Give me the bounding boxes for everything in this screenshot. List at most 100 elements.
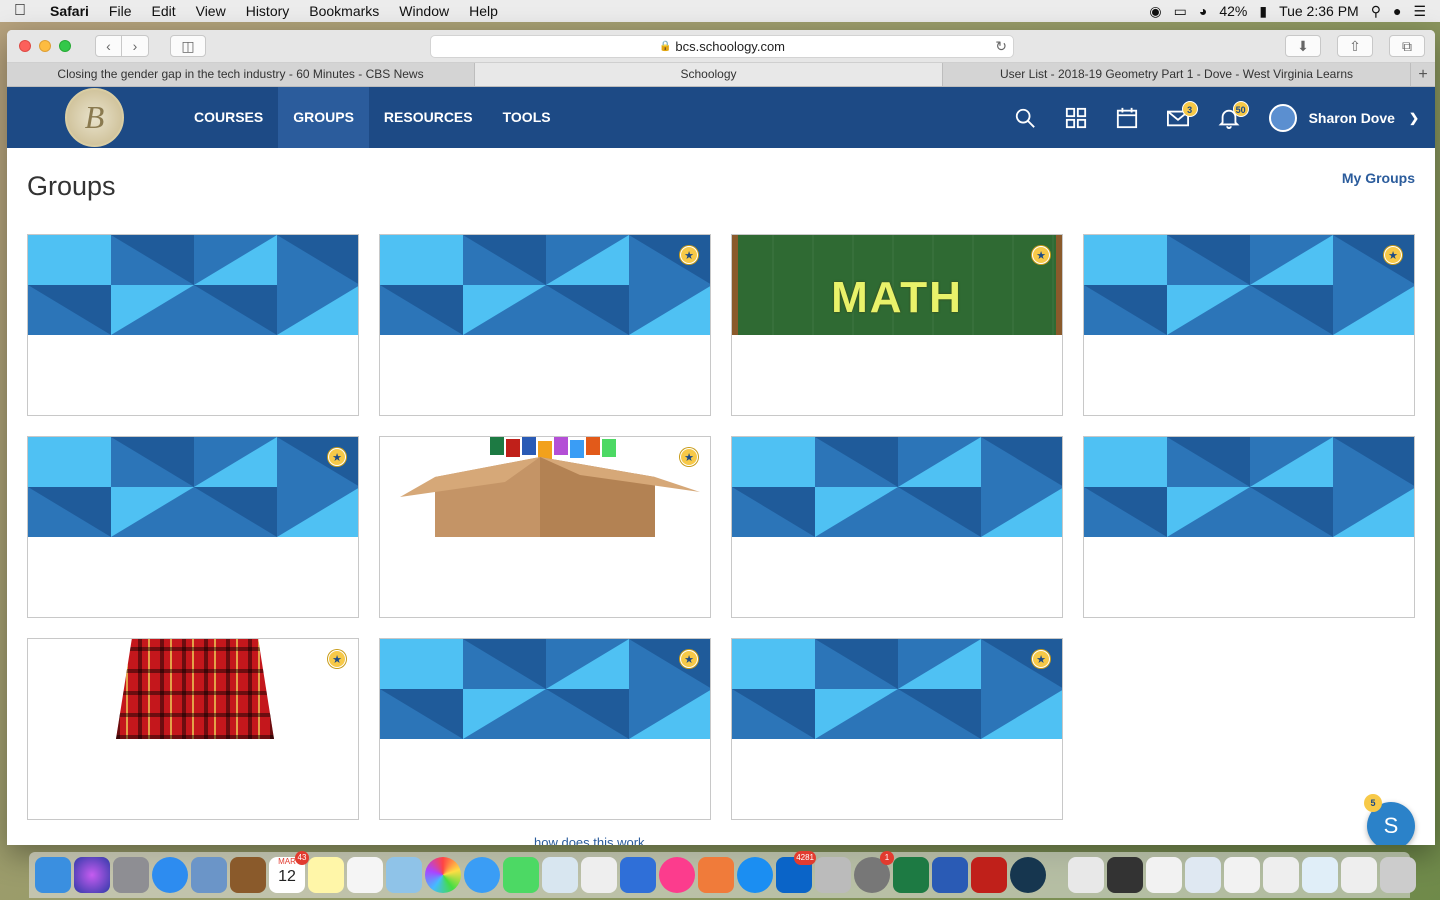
- school-logo[interactable]: B: [65, 88, 124, 147]
- group-banner[interactable]: ★: [380, 235, 710, 335]
- menu-app-name[interactable]: Safari: [40, 3, 99, 19]
- word-app-icon[interactable]: [932, 857, 968, 893]
- app-store-icon[interactable]: [737, 857, 773, 893]
- battery-icon[interactable]: ▮: [1259, 3, 1267, 20]
- clock[interactable]: Tue 2:36 PM: [1279, 3, 1359, 19]
- apple-menu-icon[interactable]: : [0, 2, 40, 20]
- group-banner[interactable]: ★: [1084, 235, 1414, 335]
- menu-help[interactable]: Help: [459, 3, 508, 19]
- sidebar-toggle-button[interactable]: ◫: [170, 35, 206, 57]
- nav-tools[interactable]: TOOLS: [488, 87, 566, 148]
- preview-app-icon[interactable]: [542, 857, 578, 893]
- search-icon[interactable]: [1000, 87, 1051, 148]
- group-card[interactable]: MATH ★: [731, 234, 1063, 416]
- messages-app-icon[interactable]: [464, 857, 500, 893]
- nav-resources[interactable]: RESOURCES: [369, 87, 488, 148]
- battery-percent[interactable]: 42%: [1219, 3, 1247, 19]
- group-banner[interactable]: ★: [380, 437, 710, 537]
- group-banner[interactable]: [28, 235, 358, 335]
- browser-tab-active[interactable]: Schoology: [475, 63, 943, 86]
- forward-button[interactable]: ›: [122, 35, 149, 57]
- menu-file[interactable]: File: [99, 3, 142, 19]
- siri-icon[interactable]: ●: [1393, 3, 1401, 19]
- music-app-icon[interactable]: [659, 857, 695, 893]
- wifi-icon[interactable]: ◕: [1199, 3, 1207, 19]
- system-preferences-icon[interactable]: 1: [854, 851, 894, 893]
- document-thumbnail[interactable]: [1146, 857, 1182, 893]
- group-card[interactable]: ★: [379, 638, 711, 820]
- menu-window[interactable]: Window: [389, 3, 459, 19]
- browser-tab[interactable]: User List - 2018-19 Geometry Part 1 - Do…: [943, 63, 1411, 86]
- excel-app-icon[interactable]: [893, 857, 929, 893]
- chat-button[interactable]: S 5: [1364, 794, 1415, 845]
- group-card[interactable]: [731, 436, 1063, 618]
- address-bar[interactable]: 🔒 bcs.schoology.com ↻: [430, 35, 1014, 58]
- group-banner[interactable]: ★: [732, 639, 1062, 739]
- airplay-icon[interactable]: ▭: [1174, 3, 1187, 20]
- safari-app-icon[interactable]: [152, 857, 188, 893]
- launchpad-icon[interactable]: [113, 857, 149, 893]
- menu-history[interactable]: History: [236, 3, 300, 19]
- facetime-app-icon[interactable]: [503, 857, 539, 893]
- screen-record-icon[interactable]: ◉: [1149, 3, 1161, 20]
- document-thumbnail[interactable]: [1068, 857, 1104, 893]
- messages-icon[interactable]: 3: [1153, 87, 1204, 148]
- group-card[interactable]: ★: [27, 436, 359, 618]
- acrobat-app-icon[interactable]: [971, 857, 1007, 893]
- menu-bookmarks[interactable]: Bookmarks: [299, 3, 389, 19]
- photos-app-icon[interactable]: [425, 857, 461, 893]
- group-card[interactable]: [27, 234, 359, 416]
- notifications-bell-icon[interactable]: 50: [1204, 87, 1255, 148]
- siri-app-icon[interactable]: [74, 857, 110, 893]
- keynote-app-icon[interactable]: [620, 857, 656, 893]
- scissors-app-icon[interactable]: [815, 857, 851, 893]
- books-app-icon[interactable]: [698, 857, 734, 893]
- reload-icon[interactable]: ↻: [995, 38, 1007, 55]
- group-card[interactable]: ★: [731, 638, 1063, 820]
- group-card[interactable]: ★: [379, 234, 711, 416]
- downloads-button[interactable]: ⬇: [1285, 35, 1321, 57]
- outlook-app-icon[interactable]: 4281: [776, 851, 816, 893]
- notebook-app-icon[interactable]: [230, 857, 266, 893]
- share-button[interactable]: ⇧: [1337, 35, 1373, 57]
- browser-tab[interactable]: Closing the gender gap in the tech indus…: [7, 63, 475, 86]
- trash-icon[interactable]: [1380, 857, 1416, 893]
- back-button[interactable]: ‹: [95, 35, 122, 57]
- tab-overview-button[interactable]: ⧉: [1389, 35, 1425, 57]
- group-banner[interactable]: [1084, 437, 1414, 537]
- group-card[interactable]: ★: [27, 638, 359, 820]
- new-tab-button[interactable]: +: [1411, 63, 1435, 86]
- notification-center-icon[interactable]: ☰: [1413, 3, 1426, 20]
- fullscreen-window-button[interactable]: [59, 40, 71, 52]
- help-link[interactable]: how does this work: [534, 835, 645, 845]
- finder-icon[interactable]: [35, 857, 71, 893]
- group-card[interactable]: ★: [1083, 234, 1415, 416]
- group-banner[interactable]: ★: [28, 639, 358, 739]
- apps-grid-icon[interactable]: [1051, 87, 1102, 148]
- my-groups-link[interactable]: My Groups: [1342, 170, 1415, 186]
- group-banner[interactable]: ★: [28, 437, 358, 537]
- group-banner[interactable]: MATH ★: [732, 235, 1062, 335]
- document-thumbnail[interactable]: [1263, 857, 1299, 893]
- reminders-app-icon[interactable]: [347, 857, 383, 893]
- document-thumbnail[interactable]: [1341, 857, 1377, 893]
- mail-app-icon[interactable]: [191, 857, 227, 893]
- notes-app-icon[interactable]: [308, 857, 344, 893]
- menu-edit[interactable]: Edit: [141, 3, 185, 19]
- group-banner[interactable]: [732, 437, 1062, 537]
- numbers-app-icon[interactable]: [581, 857, 617, 893]
- document-thumbnail[interactable]: [1302, 857, 1338, 893]
- group-card[interactable]: [1083, 436, 1415, 618]
- nav-courses[interactable]: COURSES: [179, 87, 278, 148]
- quicktime-app-icon[interactable]: [1010, 857, 1046, 893]
- group-banner[interactable]: ★: [380, 639, 710, 739]
- nav-groups[interactable]: GROUPS: [278, 87, 369, 148]
- calendar-icon[interactable]: [1102, 87, 1153, 148]
- maps-app-icon[interactable]: [386, 857, 422, 893]
- group-card[interactable]: ★: [379, 436, 711, 618]
- document-thumbnail[interactable]: [1224, 857, 1260, 893]
- spotlight-icon[interactable]: ⚲: [1371, 3, 1381, 20]
- document-thumbnail[interactable]: [1185, 857, 1221, 893]
- calendar-app-icon[interactable]: MAR 12 43: [269, 851, 309, 893]
- minimize-window-button[interactable]: [39, 40, 51, 52]
